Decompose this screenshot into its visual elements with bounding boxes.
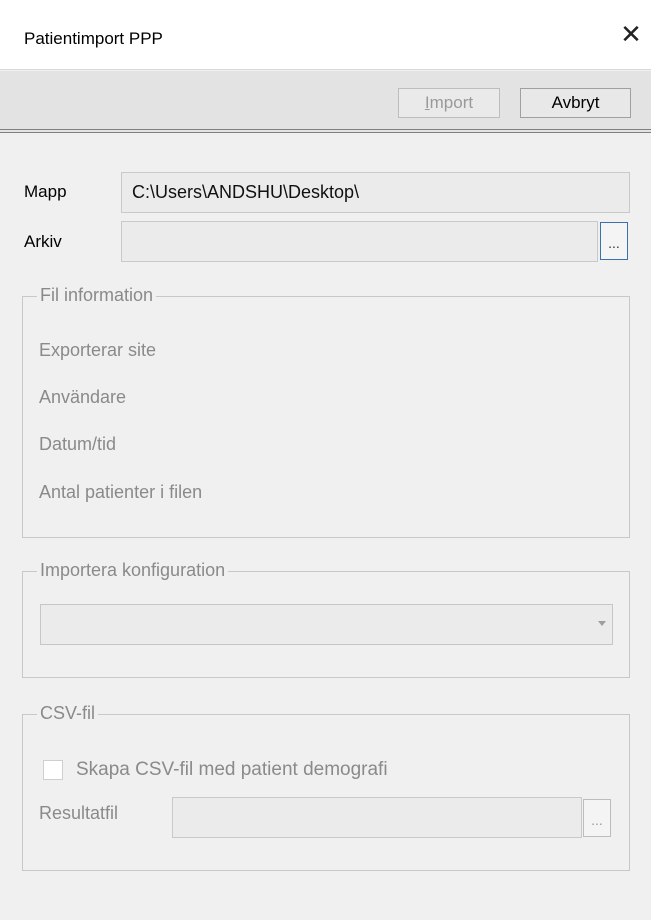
close-icon[interactable]: ✕	[611, 14, 651, 54]
file-info-site: Exporterar site	[39, 340, 157, 360]
result-browse-button[interactable]: ...	[583, 799, 611, 837]
title-bar: Patientimport PPP ✕	[0, 0, 651, 70]
csv-group: CSV-fil Skapa CSV-fil med patient demogr…	[22, 703, 630, 871]
file-info-legend: Fil information	[37, 285, 157, 306]
archive-browse-button[interactable]: ...	[600, 222, 628, 260]
folder-label: Mapp	[24, 182, 67, 201]
result-file-label: Resultatfil	[39, 803, 119, 823]
file-info-patient-count: Antal patienter i filen	[39, 482, 203, 502]
import-button[interactable]: Import	[398, 88, 500, 118]
config-dropdown[interactable]	[40, 604, 613, 645]
file-info-datetime: Datum/tid	[39, 434, 117, 454]
toolbar: Import Avbryt	[0, 71, 651, 133]
import-config-group: Importera konfiguration	[22, 560, 630, 678]
import-config-legend: Importera konfiguration	[37, 560, 229, 581]
cancel-button[interactable]: Avbryt	[520, 88, 631, 118]
import-label-rest: mport	[429, 93, 474, 112]
folder-field[interactable]: C:\Users\ANDSHU\Desktop\	[121, 172, 630, 213]
chevron-down-icon	[598, 621, 606, 626]
result-file-field[interactable]	[172, 797, 582, 838]
window-title: Patientimport PPP	[24, 29, 163, 48]
archive-field[interactable]	[121, 221, 598, 262]
archive-label: Arkiv	[24, 232, 62, 251]
file-info-group: Fil information Exporterar site Användar…	[22, 285, 630, 538]
file-info-user: Användare	[39, 387, 127, 407]
csv-legend: CSV-fil	[37, 703, 99, 724]
csv-checkbox[interactable]	[43, 760, 63, 780]
csv-checkbox-label: Skapa CSV-fil med patient demografi	[76, 759, 388, 780]
